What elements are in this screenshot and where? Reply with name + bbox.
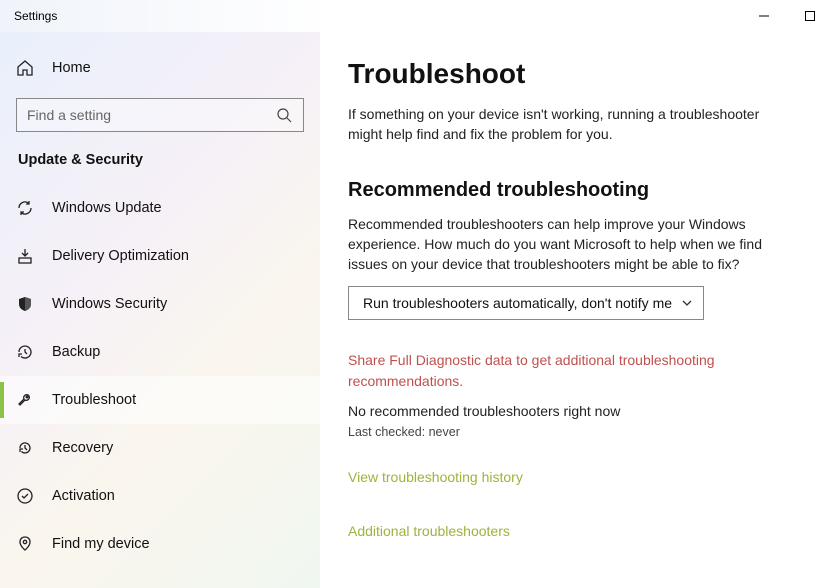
- troubleshooter-preference-dropdown[interactable]: Run troubleshooters automatically, don't…: [348, 286, 704, 320]
- sidebar-item-label: Delivery Optimization: [52, 248, 189, 264]
- search-input[interactable]: [16, 98, 304, 132]
- search-icon: [275, 106, 293, 124]
- chevron-down-icon: [681, 297, 693, 309]
- sidebar-item-recovery[interactable]: Recovery: [0, 424, 320, 472]
- maximize-button[interactable]: [787, 0, 833, 32]
- sidebar-item-label: Troubleshoot: [52, 392, 136, 408]
- window-title: Settings: [14, 9, 57, 23]
- recommended-description: Recommended troubleshooters can help imp…: [348, 214, 788, 275]
- sidebar-item-label: Windows Security: [52, 296, 167, 312]
- home-label: Home: [52, 60, 91, 76]
- sidebar-item-label: Windows Update: [52, 200, 162, 216]
- sidebar-item-label: Recovery: [52, 440, 113, 456]
- sidebar-item-windows-update[interactable]: Windows Update: [0, 184, 320, 232]
- sidebar-item-delivery-optimization[interactable]: Delivery Optimization: [0, 232, 320, 280]
- download-icon: [16, 247, 34, 265]
- maximize-icon: [805, 11, 815, 21]
- main-content: Troubleshoot If something on your device…: [320, 32, 833, 588]
- sidebar-item-windows-security[interactable]: Windows Security: [0, 280, 320, 328]
- additional-troubleshooters-link[interactable]: Additional troubleshooters: [348, 523, 803, 539]
- shield-icon: [16, 295, 34, 313]
- wrench-icon: [16, 391, 34, 409]
- location-icon: [16, 535, 34, 553]
- home-button[interactable]: Home: [0, 48, 320, 88]
- backup-icon: [16, 343, 34, 361]
- page-subtitle: If something on your device isn't workin…: [348, 104, 788, 145]
- home-icon: [16, 59, 34, 77]
- view-history-link[interactable]: View troubleshooting history: [348, 469, 803, 485]
- check-circle-icon: [16, 487, 34, 505]
- dropdown-value: Run troubleshooters automatically, don't…: [363, 295, 672, 311]
- diagnostic-warning-link[interactable]: Share Full Diagnostic data to get additi…: [348, 350, 768, 391]
- recommended-heading: Recommended troubleshooting: [348, 179, 803, 202]
- sidebar-section-title: Update & Security: [0, 152, 320, 184]
- sidebar-item-label: Backup: [52, 344, 100, 360]
- titlebar: Settings: [0, 0, 833, 32]
- minimize-button[interactable]: [741, 0, 787, 32]
- no-recommended-text: No recommended troubleshooters right now: [348, 403, 803, 419]
- sidebar-item-label: Activation: [52, 488, 115, 504]
- minimize-icon: [759, 11, 769, 21]
- recovery-icon: [16, 439, 34, 457]
- page-title: Troubleshoot: [348, 58, 803, 90]
- sidebar-item-troubleshoot[interactable]: Troubleshoot: [0, 376, 320, 424]
- sidebar-item-activation[interactable]: Activation: [0, 472, 320, 520]
- sidebar: Home Update & Security Windows Update: [0, 32, 320, 588]
- sidebar-item-find-my-device[interactable]: Find my device: [0, 520, 320, 568]
- sync-icon: [16, 199, 34, 217]
- sidebar-item-backup[interactable]: Backup: [0, 328, 320, 376]
- sidebar-item-label: Find my device: [52, 536, 150, 552]
- last-checked-text: Last checked: never: [348, 425, 803, 439]
- search-field[interactable]: [27, 107, 275, 123]
